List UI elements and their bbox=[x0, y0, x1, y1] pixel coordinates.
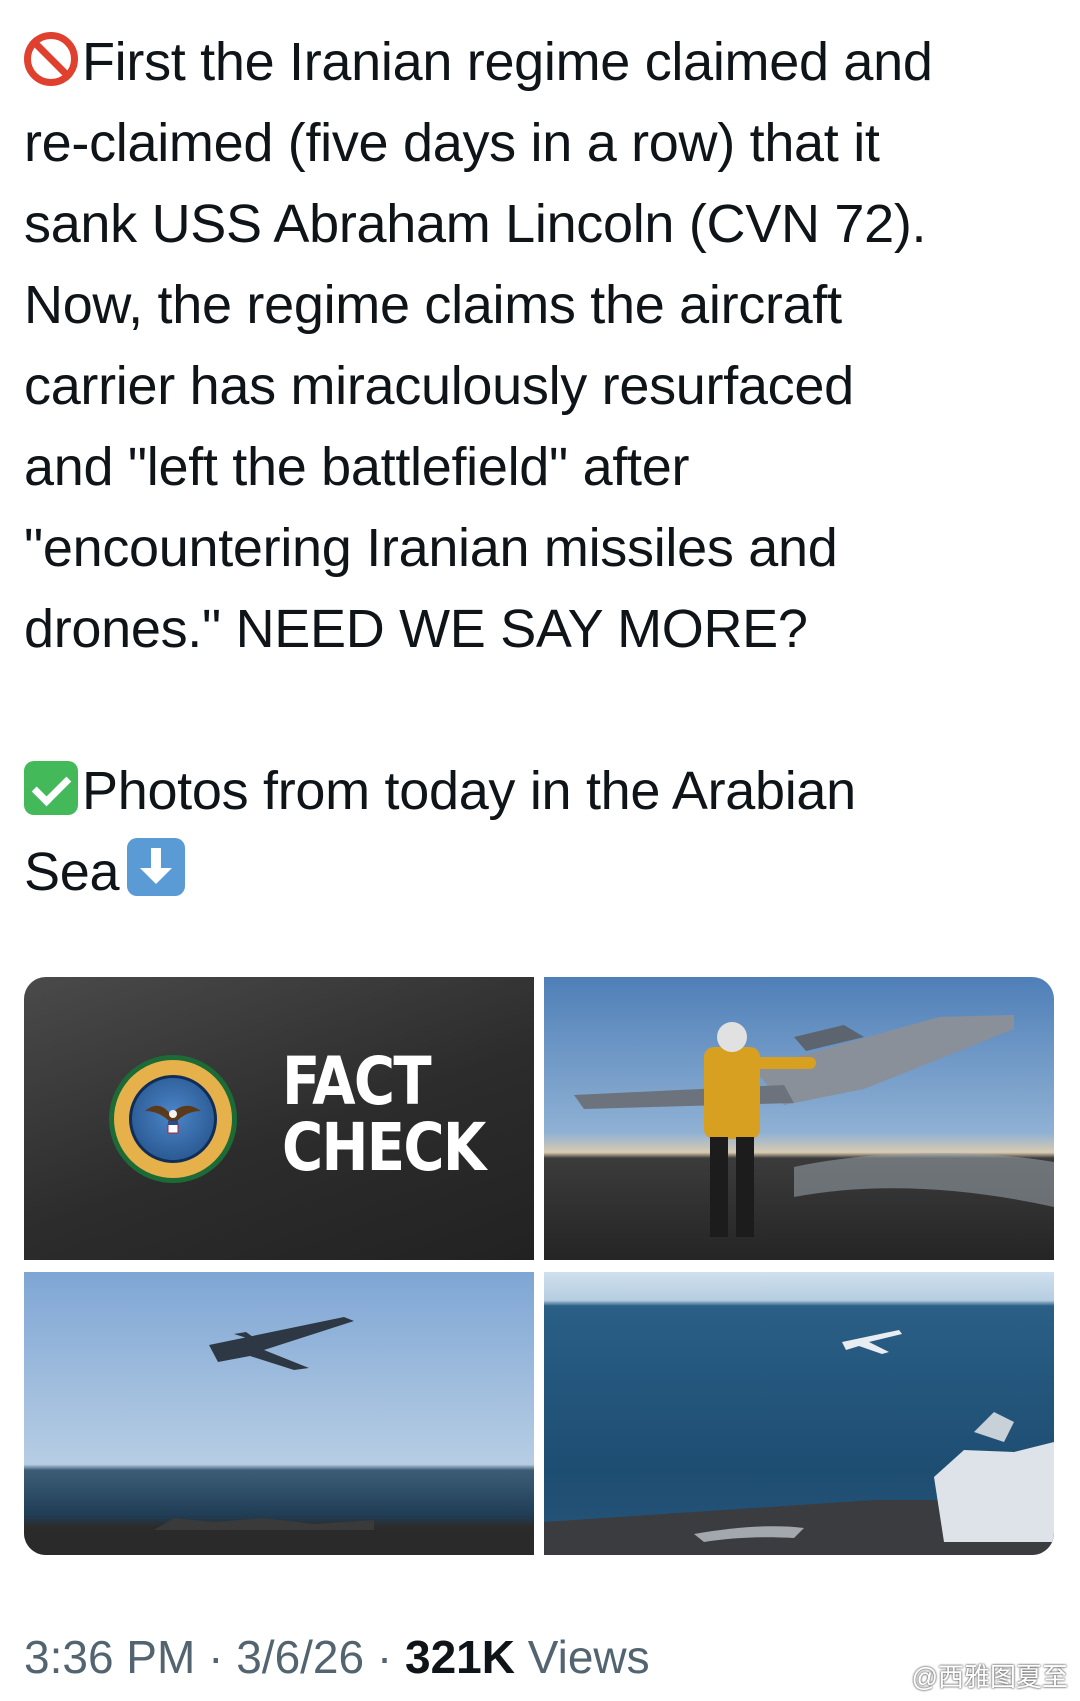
tweet-line: and "left the battlefield" after bbox=[24, 437, 690, 497]
tweet-line: First the Iranian regime claimed and bbox=[24, 22, 1054, 103]
views-label: Views bbox=[527, 1631, 650, 1683]
tweet-line: carrier has miraculously resurfaced bbox=[24, 356, 854, 416]
carrier-launch-photo[interactable] bbox=[544, 1272, 1054, 1555]
fact-check-label: FACT CHECK bbox=[282, 1043, 486, 1186]
tweet-line: sank USS Abraham Lincoln (CVN 72). bbox=[24, 194, 927, 254]
fact-check-image[interactable]: FACT CHECK bbox=[24, 977, 534, 1260]
tweet-timestamp: 3:36 PM · 3/6/26 · 321K Views bbox=[24, 1630, 650, 1684]
tweet-line: Sea bbox=[24, 832, 1054, 913]
tweet-text: First the Iranian regime claimed and re-… bbox=[24, 22, 1054, 913]
centcom-seal-icon bbox=[109, 1055, 237, 1183]
tweet-line: re-claimed (five days in a row) that it bbox=[24, 113, 880, 173]
watermark: @西雅图夏至 bbox=[911, 1662, 1068, 1692]
views-count: 321K bbox=[405, 1631, 515, 1683]
tweet-line: Now, the regime claims the aircraft bbox=[24, 275, 842, 335]
tweet-line: Photos from today in the Arabian bbox=[24, 751, 1054, 832]
eagle-icon bbox=[145, 1106, 201, 1134]
separator: · bbox=[208, 1631, 224, 1683]
tweet-line: "encountering Iranian missiles and bbox=[24, 518, 838, 578]
down-arrow-icon bbox=[127, 838, 186, 896]
prohibited-icon bbox=[24, 32, 78, 86]
jet-on-deck-illustration bbox=[574, 1015, 1054, 1237]
deck-crew-photo[interactable] bbox=[544, 977, 1054, 1260]
tweet-time[interactable]: 3:36 PM bbox=[24, 1631, 195, 1683]
carrier-launch-illustration bbox=[544, 1330, 1054, 1555]
tweet-line: drones." NEED WE SAY MORE? bbox=[24, 599, 808, 659]
separator: · bbox=[376, 1631, 393, 1683]
tweet-date[interactable]: 3/6/26 bbox=[236, 1631, 364, 1683]
media-grid: FACT CHECK bbox=[24, 977, 1054, 1555]
fighter-jet-illustration bbox=[24, 1317, 534, 1555]
check-mark-icon bbox=[24, 761, 78, 815]
jet-over-sea-photo[interactable] bbox=[24, 1272, 534, 1555]
